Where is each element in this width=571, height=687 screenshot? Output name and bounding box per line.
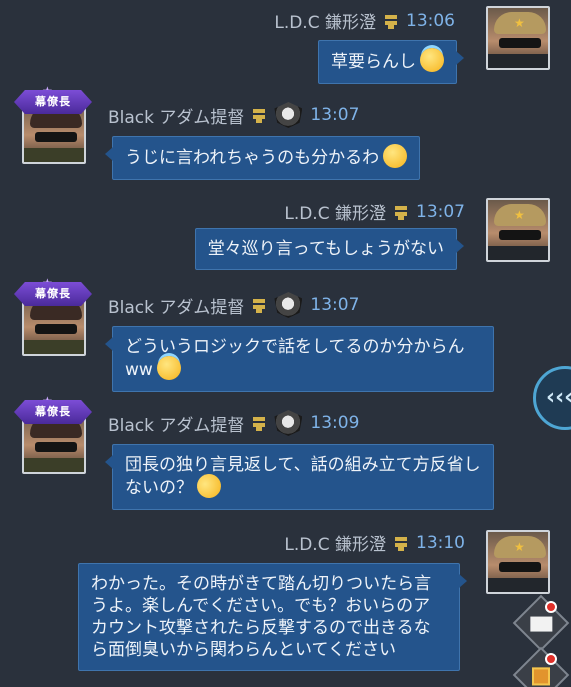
chevron-double-left-icon: ‹‹‹ bbox=[546, 385, 571, 410]
message-time: 13:07 bbox=[310, 105, 360, 125]
message-bubble[interactable]: わかった。その時がきて踏ん切りついたら言うよ。楽しんでください。でも？おいらのア… bbox=[78, 563, 467, 671]
sender-name[interactable]: Black アダム提督 bbox=[108, 103, 244, 128]
smiling-face-with-halo-icon bbox=[420, 48, 444, 72]
smiling-face-with-halo-icon bbox=[156, 356, 181, 380]
message-bubble[interactable]: 堂々巡り言ってもしょうがない bbox=[194, 228, 465, 270]
message-bubble[interactable]: 団長の独り言見返して、話の組み立て方反省しないの？ bbox=[105, 444, 494, 510]
message-header: L.D.C 鎌形澄 13:07 bbox=[284, 199, 465, 225]
message-time: 13:07 bbox=[310, 295, 360, 315]
rank-insignia-icon bbox=[252, 415, 266, 431]
guild-emblem-icon bbox=[274, 102, 303, 128]
collapse-panel-button[interactable]: ‹‹‹ bbox=[533, 366, 571, 430]
message-bubble[interactable]: どういうロジックで話をしてるのか分からんww bbox=[105, 326, 494, 392]
message-header: L.D.C 鎌形澄 13:10 bbox=[284, 530, 465, 556]
message-time: 13:10 bbox=[416, 532, 465, 553]
notification-dot bbox=[545, 601, 557, 613]
avatar[interactable]: ★ bbox=[486, 6, 550, 70]
message-header: Black アダム提督 13:09 bbox=[108, 410, 359, 436]
sender-name[interactable]: Black アダム提督 bbox=[108, 411, 244, 436]
avatar[interactable]: ★ bbox=[486, 530, 550, 594]
rank-badge: 幕僚長 bbox=[14, 400, 92, 424]
message-text: 団長の独り言見返して、話の組み立て方反省しないの？ bbox=[125, 455, 481, 498]
notification-dot bbox=[545, 653, 557, 665]
rank-insignia-icon bbox=[394, 535, 408, 551]
rank-insignia-icon bbox=[252, 107, 266, 123]
message-text: わかった。その時がきて踏ん切りついたら言うよ。楽しんでください。でも？おいらのア… bbox=[91, 574, 432, 660]
message-text: うじに言われちゃうのも分かるわ bbox=[125, 148, 380, 168]
message-text: 堂々巡り言ってもしょうがない bbox=[207, 239, 444, 259]
sender-name[interactable]: L.D.C 鎌形澄 bbox=[274, 8, 376, 33]
envelope-icon bbox=[530, 616, 553, 632]
gift-box-icon bbox=[532, 667, 550, 686]
message-header: Black アダム提督 13:07 bbox=[108, 102, 359, 128]
message-time: 13:09 bbox=[310, 413, 360, 433]
mail-button[interactable] bbox=[512, 594, 570, 652]
rank-insignia-icon bbox=[384, 13, 398, 29]
sender-name[interactable]: Black アダム提督 bbox=[108, 293, 244, 318]
message-time: 13:06 bbox=[406, 10, 455, 31]
sender-name[interactable]: L.D.C 鎌形澄 bbox=[284, 199, 386, 224]
message-header: L.D.C 鎌形澄 13:06 bbox=[274, 8, 455, 34]
message-text: 草要らんし bbox=[331, 52, 416, 72]
guild-emblem-icon bbox=[274, 410, 303, 436]
gift-button[interactable] bbox=[512, 646, 570, 687]
sender-name[interactable]: L.D.C 鎌形澄 bbox=[284, 530, 386, 555]
rank-badge: 幕僚長 bbox=[14, 90, 92, 114]
rank-badge: 幕僚長 bbox=[14, 282, 92, 306]
avatar[interactable]: ★ bbox=[486, 198, 550, 262]
grinning-face-icon bbox=[383, 144, 408, 168]
rank-insignia-icon bbox=[252, 297, 266, 313]
guild-emblem-icon bbox=[274, 292, 303, 318]
message-bubble[interactable]: うじに言われちゃうのも分かるわ bbox=[104, 136, 421, 180]
message-header: Black アダム提督 13:07 bbox=[108, 292, 359, 318]
rank-insignia-icon bbox=[394, 204, 408, 220]
message-time: 13:07 bbox=[416, 201, 465, 222]
message-bubble[interactable]: 草要らんし bbox=[318, 40, 464, 84]
